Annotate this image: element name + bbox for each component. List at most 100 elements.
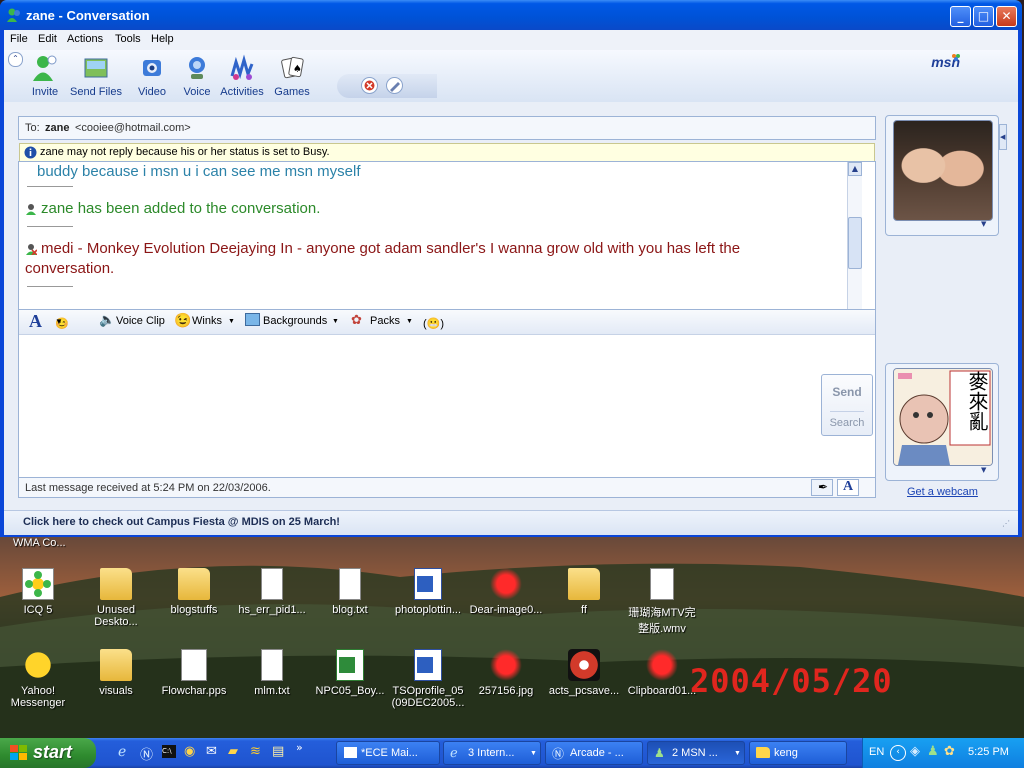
block-tools [337, 74, 437, 98]
yahoo-smiley-icon [22, 649, 54, 681]
task-msn[interactable]: ♟ 2 MSN ... ▼ [647, 741, 745, 765]
desktop-icon-flowchar[interactable]: Flowchar.pps [156, 649, 232, 697]
message-separator [27, 186, 73, 187]
menu-actions[interactable]: Actions [67, 33, 103, 45]
packs-button[interactable]: Packs [370, 315, 400, 327]
conversation-history[interactable]: buddy because i msn u i can see me msn m… [18, 161, 876, 327]
minimize-button[interactable]: _ [950, 6, 971, 27]
maximize-button[interactable]: □ [973, 6, 994, 27]
ad-text[interactable]: Click here to check out Campus Fiesta @ … [23, 516, 340, 528]
icon-label: 珊瑚海MTV完整版.wmv [628, 607, 696, 635]
winks-button[interactable]: Winks [192, 315, 222, 327]
games-label: Games [274, 86, 310, 98]
desktop-icon-ff[interactable]: ff [546, 568, 622, 616]
my-display-picture[interactable]: 麥來亂 [893, 368, 993, 466]
type-mode-button[interactable]: A [837, 479, 859, 496]
arrow-up-icon: ▲ [851, 164, 859, 173]
photo-date-stamp: 2004/05/20 [690, 662, 893, 700]
minimize-icon: _ [957, 9, 964, 23]
desktop-icon-blogstuffs[interactable]: blogstuffs [156, 568, 232, 616]
invite-button[interactable]: Invite [19, 54, 71, 98]
task-keng[interactable]: keng [749, 741, 847, 765]
system-message-left: medi - Monkey Evolution Deejaying In - a… [41, 240, 741, 257]
tray-msn-icon[interactable]: ♟ [927, 744, 939, 759]
block-button[interactable] [361, 77, 378, 94]
desktop-icon-label[interactable]: WMA Co... [13, 537, 66, 549]
desktop-icon-blog-txt[interactable]: blog.txt [312, 568, 388, 616]
folder-icon [756, 747, 770, 758]
task-arcade[interactable]: Ⓝ Arcade - ... [545, 741, 643, 765]
menu-tools[interactable]: Tools [115, 33, 141, 45]
close-icon: ✕ [1001, 9, 1012, 23]
compose-area: A 😊 ▼ 🔈 Voice Clip 😉 Winks ▼ Backgrounds… [18, 309, 876, 497]
menu-file[interactable]: File [10, 33, 28, 45]
desktop-icon-unused[interactable]: Unused Deskto... [78, 568, 154, 628]
message-input[interactable] [19, 335, 819, 475]
status-info-bar: zane may not reply because his or her st… [19, 143, 875, 162]
folder-quicklaunch-icon[interactable]: ▰ [228, 744, 238, 759]
conversation-scrollbar[interactable]: ▲ ▼ [847, 162, 862, 325]
send-button[interactable]: Send [822, 385, 872, 399]
desktop-icon-hs-err[interactable]: hs_err_pid1... [234, 568, 310, 616]
edit-button[interactable] [386, 77, 403, 94]
desktop-icon-dear-image[interactable]: Dear-image0... [468, 568, 544, 616]
handwriting-button[interactable]: ✒ [811, 479, 833, 496]
winrar-icon[interactable]: ≋ [250, 744, 261, 759]
resize-grip-icon[interactable]: ⋰ [1002, 519, 1010, 528]
show-hidden-icons-button[interactable]: ‹ [890, 745, 906, 761]
get-webcam-link[interactable]: Get a webcam [907, 486, 978, 498]
invite-label: Invite [31, 86, 59, 98]
desktop-icon-clipboard[interactable]: Clipboard01... [624, 649, 700, 697]
menu-help[interactable]: Help [151, 33, 174, 45]
menu-edit[interactable]: Edit [38, 33, 57, 45]
task-ece-mail[interactable]: *ECE Mai... [336, 741, 440, 765]
to-label: To: [25, 122, 40, 134]
start-button[interactable]: start [0, 738, 96, 768]
games-button[interactable]: ♠ Games [266, 54, 318, 98]
msn-quicklaunch-icon[interactable]: Ⓝ [140, 744, 153, 763]
icon-label: mlm.txt [254, 685, 290, 697]
desktop-icon-npc05[interactable]: NPC05_Boy... [312, 649, 388, 697]
send-files-button[interactable]: Send Files [70, 54, 122, 98]
media-player-icon[interactable]: ◉ [184, 744, 195, 759]
chevron-down-icon: ▼ [332, 318, 339, 325]
backgrounds-button[interactable]: Backgrounds [263, 315, 327, 327]
desktop-icon-icq[interactable]: ICQ 5 [0, 568, 76, 616]
search-button[interactable]: Search [822, 417, 872, 429]
task-label: *ECE Mai... [361, 747, 418, 759]
title-bar[interactable]: zane - Conversation _ □ ✕ [0, 0, 1022, 30]
contact-display-picture[interactable] [893, 120, 993, 221]
chevron-down-icon[interactable]: ▼ [981, 466, 986, 474]
chevron-down-icon[interactable]: ▼ [981, 220, 986, 228]
desktop-icon-yahoo[interactable]: Yahoo! Messenger [0, 649, 76, 709]
window-client: File Edit Actions Tools Help ⌃ Invite Se… [4, 30, 1018, 535]
desktop-icon-mtv[interactable]: 珊瑚海MTV完整版.wmv [624, 568, 700, 636]
command-prompt-icon[interactable]: C:\ [162, 745, 176, 758]
tray-app-icon[interactable]: ✿ [944, 744, 955, 759]
desktop-icon-257156[interactable]: 257156.jpg [468, 649, 544, 697]
activities-button[interactable]: Activities [216, 54, 268, 98]
chevron-right-icon[interactable]: » [296, 741, 303, 754]
tray-shield-icon[interactable]: ◈ [910, 744, 920, 759]
text-file-icon [261, 568, 283, 600]
language-indicator[interactable]: EN [869, 746, 884, 758]
scroll-thumb[interactable] [848, 217, 862, 269]
folder-icon [100, 568, 132, 600]
pencil-icon [390, 82, 400, 92]
clock[interactable]: 5:25 PM [968, 746, 1009, 758]
desktop-icon-acts-pcsave[interactable]: acts_pcsave... [546, 649, 622, 697]
voice-clip-button[interactable]: Voice Clip [116, 315, 165, 327]
ad-banner[interactable]: Click here to check out Campus Fiesta @ … [4, 510, 1018, 535]
task-internet[interactable]: ℯ 3 Intern... ▼ [443, 741, 541, 765]
outlook-icon[interactable]: ✉ [206, 744, 217, 759]
notepad-icon[interactable]: ▤ [272, 744, 284, 759]
ie-icon[interactable]: ℯ [118, 744, 126, 760]
desktop-icon-mlm[interactable]: mlm.txt [234, 649, 310, 697]
desktop-icon-photoplotting[interactable]: photoplottin... [390, 568, 466, 616]
desktop-icon-visuals[interactable]: visuals [78, 649, 154, 697]
desktop-icon-tsoprofile[interactable]: TSOprofile_05 (09DEC2005... [390, 649, 466, 709]
collapse-pictures-button[interactable]: ◀ [999, 124, 1007, 150]
close-button[interactable]: ✕ [996, 6, 1017, 27]
font-button[interactable]: A [29, 311, 42, 332]
scroll-up-button[interactable]: ▲ [848, 162, 862, 176]
